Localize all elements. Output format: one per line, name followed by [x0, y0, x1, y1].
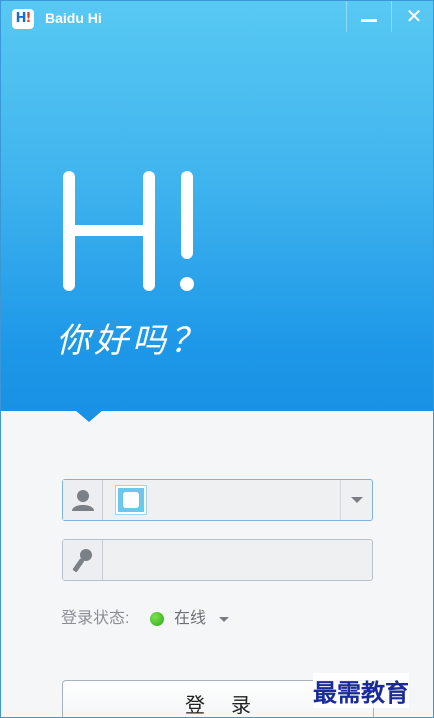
hero-banner: H! Baidu Hi ✕ 你好吗？ [1, 1, 433, 411]
key-icon [72, 549, 92, 573]
user-icon-box [63, 480, 103, 520]
minimize-button[interactable] [346, 1, 391, 32]
chevron-down-icon [351, 497, 363, 503]
status-dropdown-icon[interactable] [219, 617, 229, 622]
baidu-hi-login-window: H! Baidu Hi ✕ 你好吗？ 登录状态: 在线 登录 最需教育 [0, 0, 434, 718]
title-bar[interactable]: H! Baidu Hi ✕ [1, 1, 433, 35]
status-value[interactable]: 在线 [174, 607, 206, 631]
baidu-hi-logo-icon: H! [12, 9, 34, 29]
minimize-icon [361, 19, 377, 22]
banner-pointer [75, 410, 103, 422]
online-status-icon [150, 612, 164, 626]
status-label: 登录状态: [61, 610, 130, 627]
window-title: Baidu Hi [45, 10, 102, 26]
account-dropdown-button[interactable] [340, 480, 372, 520]
watermark: 最需教育 [313, 673, 409, 708]
greeting-text: 你好吗？ [56, 321, 208, 361]
close-button[interactable]: ✕ [391, 1, 433, 32]
user-icon [72, 490, 94, 511]
username-field[interactable] [62, 479, 373, 521]
key-icon-box [63, 540, 103, 580]
user-avatar[interactable] [115, 485, 147, 515]
hi-headline [63, 171, 194, 291]
password-field[interactable] [62, 539, 373, 581]
